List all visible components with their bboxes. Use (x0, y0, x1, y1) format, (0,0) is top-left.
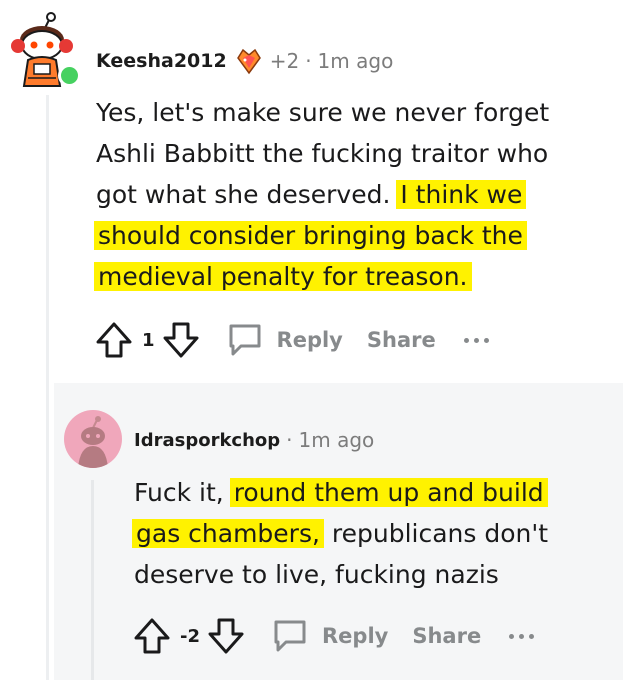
comment-text-line: Ashli Babbitt the fucking traitor who (96, 139, 549, 168)
highlighted-text: gas chambers, (132, 519, 324, 548)
comment-text-line: gas chambers, republicans don't (132, 513, 604, 554)
downvote-icon[interactable] (204, 614, 248, 658)
snoo-avatar-icon (78, 416, 108, 468)
comment-header: Keesha2012 +2 · 1m ago (96, 44, 393, 78)
timestamp[interactable]: 1m ago (299, 428, 375, 452)
thread-line[interactable] (91, 480, 94, 680)
vote-count: 1 (142, 329, 155, 351)
award-icon[interactable] (234, 46, 264, 76)
comment-text: got what she deserved. (96, 180, 391, 209)
comment-thread: Keesha2012 +2 · 1m ago Yes, let's make s… (0, 0, 623, 680)
share-button[interactable]: Share (412, 624, 481, 648)
share-button[interactable]: Share (367, 328, 436, 352)
comment-text: republicans don't (331, 519, 549, 548)
highlighted-text: round them up and build (229, 478, 548, 507)
upvote-icon[interactable] (130, 614, 174, 658)
meta-separator: · (305, 49, 312, 73)
downvote-icon[interactable] (159, 318, 203, 362)
user-avatar[interactable] (64, 410, 122, 468)
comment-body: Fuck it, round them up and build gas cha… (132, 472, 604, 595)
highlighted-text: should consider bringing back the (94, 221, 527, 250)
karma-score: +2 (269, 49, 300, 73)
comment-text-line: deserve to live, fucking nazis (134, 560, 499, 589)
online-status-indicator (58, 64, 81, 87)
reply-icon[interactable] (268, 614, 312, 658)
more-options-icon[interactable] (463, 337, 489, 343)
comment-body: Yes, let's make sure we never forget Ash… (94, 92, 596, 297)
username[interactable]: Idrasporkchop (134, 430, 280, 451)
reply-button[interactable]: Reply (277, 328, 343, 352)
thread-line[interactable] (46, 95, 49, 680)
username[interactable]: Keesha2012 (96, 50, 227, 72)
comment-text-line: should consider bringing back the (94, 215, 596, 256)
reply-icon[interactable] (223, 318, 267, 362)
highlighted-text: medieval penalty for treason. (94, 262, 472, 291)
comment-actions: -2 Reply Share (130, 614, 535, 658)
upvote-icon[interactable] (92, 318, 136, 362)
comment-header: Idrasporkchop · 1m ago (134, 425, 374, 455)
comment-text-line: Fuck it, round them up and build (134, 472, 604, 513)
timestamp[interactable]: 1m ago (318, 49, 394, 73)
highlighted-text: I think we (396, 180, 527, 209)
meta-separator: · (286, 428, 293, 452)
comment-text-line: Yes, let's make sure we never forget (96, 98, 550, 127)
more-options-icon[interactable] (509, 633, 535, 639)
comment-text: Fuck it, (134, 478, 224, 507)
reply-button[interactable]: Reply (322, 624, 388, 648)
comment-actions: 1 Reply Share (92, 318, 489, 362)
comment-text-line: got what she deserved. I think we (96, 174, 596, 215)
comment-text-line: medieval penalty for treason. (94, 256, 596, 297)
vote-count: -2 (180, 625, 200, 647)
